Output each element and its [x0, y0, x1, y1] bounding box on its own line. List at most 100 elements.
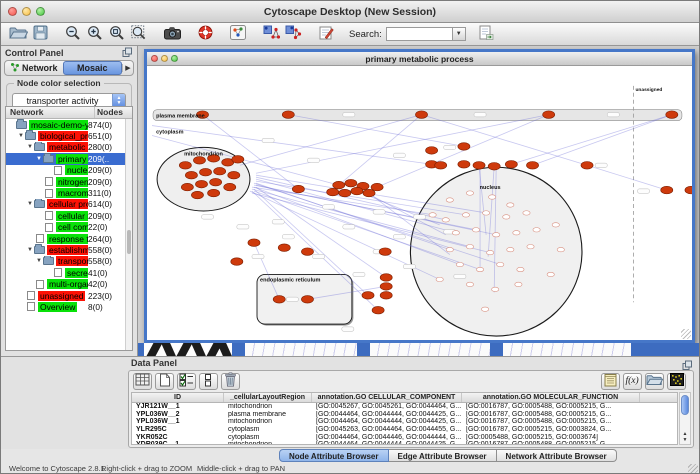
- select-attributes-button[interactable]: [177, 373, 196, 390]
- zoom-selected-button[interactable]: [128, 24, 150, 44]
- column-header-2[interactable]: annotation.GO CELLULAR_COMPONENT: [312, 393, 462, 402]
- background-network-preview[interactable]: [503, 343, 631, 356]
- minimize-view-button[interactable]: [161, 55, 168, 62]
- save-session-button[interactable]: [29, 24, 51, 44]
- attribute-grid-button[interactable]: [133, 373, 152, 390]
- expand-arrow-icon[interactable]: ▼: [17, 133, 25, 139]
- network-node[interactable]: [362, 292, 374, 300]
- tree-scrollbar-thumb[interactable]: [127, 230, 131, 254]
- network-node[interactable]: [185, 171, 197, 179]
- network-node[interactable]: [191, 191, 203, 199]
- table-row[interactable]: YDR039C__1mitochondrion[GO:0044464, GO:0…: [132, 441, 677, 445]
- tree-row[interactable]: multi-organism pro42(0): [6, 278, 125, 289]
- background-window-edge[interactable]: [232, 343, 245, 356]
- tab-network[interactable]: Network: [5, 61, 63, 75]
- network-node[interactable]: [379, 248, 391, 256]
- float-panel-icon[interactable]: [122, 47, 133, 60]
- close-view-button[interactable]: [151, 55, 158, 62]
- import-attributes-button[interactable]: [645, 373, 664, 390]
- tree-row[interactable]: unassigned223(0): [6, 290, 125, 301]
- network-node[interactable]: [415, 111, 427, 119]
- network-node[interactable]: [273, 296, 285, 304]
- network-node[interactable]: [666, 111, 678, 119]
- network-node[interactable]: [199, 168, 211, 176]
- network-node[interactable]: [517, 267, 524, 271]
- tab-overflow-button[interactable]: ▶: [122, 64, 133, 72]
- network-node[interactable]: [552, 223, 559, 227]
- table-scrollbar-thumb[interactable]: [681, 395, 689, 415]
- network-node[interactable]: [231, 258, 243, 266]
- tree-column-nodes[interactable]: Nodes: [94, 107, 132, 118]
- function-builder-button[interactable]: f(x): [623, 373, 642, 390]
- network-node[interactable]: [193, 157, 205, 165]
- network-node[interactable]: [513, 231, 520, 235]
- network-node[interactable]: [505, 161, 517, 169]
- network-node[interactable]: [533, 228, 540, 232]
- background-network-preview[interactable]: [245, 343, 357, 356]
- search-dropdown-button[interactable]: ▼: [452, 27, 466, 41]
- snapshot-button[interactable]: [161, 24, 183, 44]
- network-node[interactable]: [547, 272, 554, 276]
- tree-row[interactable]: cell communicat22(0): [6, 222, 125, 233]
- tree-row[interactable]: ▼biological_process651(0): [6, 130, 125, 141]
- table-row[interactable]: YKR052Ccytoplasm[GO:0044464, GO:0044446,…: [132, 434, 677, 442]
- minimize-window-button[interactable]: [22, 7, 31, 16]
- tree-column-network[interactable]: Network: [6, 107, 94, 118]
- network-node[interactable]: [523, 211, 530, 215]
- tree-row[interactable]: nitrogen compo209(0): [6, 176, 125, 187]
- layout-2-button[interactable]: [282, 24, 304, 44]
- network-node[interactable]: [380, 292, 392, 300]
- zoom-view-button[interactable]: [171, 55, 178, 62]
- network-node[interactable]: [482, 211, 489, 215]
- network-node[interactable]: [515, 282, 522, 286]
- expand-arrow-icon[interactable]: ▼: [26, 247, 34, 253]
- network-node[interactable]: [210, 178, 222, 186]
- network-node[interactable]: [301, 296, 313, 304]
- network-node[interactable]: [466, 244, 473, 248]
- tree-row[interactable]: Overview8(0): [6, 301, 125, 312]
- network-node[interactable]: [214, 167, 226, 175]
- network-node[interactable]: [458, 143, 470, 151]
- network-node[interactable]: [429, 213, 436, 217]
- layout-1-button[interactable]: [260, 24, 282, 44]
- network-node[interactable]: [380, 283, 392, 291]
- network-node[interactable]: [685, 186, 692, 194]
- expand-arrow-icon[interactable]: ▼: [35, 156, 43, 162]
- tree-row[interactable]: ▼metabolic process280(0): [6, 142, 125, 153]
- network-node[interactable]: [526, 162, 538, 170]
- network-node[interactable]: [476, 267, 483, 271]
- table-row[interactable]: YJR121W__1mitochondrion[GO:0045267, GO:0…: [132, 403, 677, 411]
- network-node[interactable]: [446, 198, 453, 202]
- network-node[interactable]: [195, 180, 207, 188]
- network-node[interactable]: [292, 185, 304, 193]
- network-node[interactable]: [473, 162, 485, 170]
- network-node[interactable]: [232, 156, 244, 164]
- network-node[interactable]: [426, 147, 438, 155]
- network-node[interactable]: [224, 183, 236, 191]
- network-node[interactable]: [435, 162, 447, 170]
- tree-row[interactable]: response to stimul264(0): [6, 233, 125, 244]
- network-node[interactable]: [557, 247, 564, 251]
- network-canvas[interactable]: plasma membranecytoplasmmitochondrionnuc…: [147, 66, 692, 340]
- network-node[interactable]: [458, 161, 470, 169]
- zoom-fit-button[interactable]: [106, 24, 128, 44]
- background-network-preview[interactable]: [370, 343, 490, 356]
- network-node[interactable]: [493, 233, 500, 237]
- delete-attribute-button[interactable]: [221, 373, 240, 390]
- network-node[interactable]: [339, 189, 351, 197]
- network-node[interactable]: [208, 189, 220, 197]
- network-node[interactable]: [372, 306, 384, 314]
- network-node[interactable]: [351, 187, 363, 195]
- network-node[interactable]: [487, 250, 494, 254]
- tab-edge-attribute-browser[interactable]: Edge Attribute Browser: [389, 449, 497, 462]
- network-node[interactable]: [661, 186, 673, 194]
- tree-row[interactable]: ▼cellular process614(0): [6, 199, 125, 210]
- tree-row[interactable]: cellular metabo209(0): [6, 210, 125, 221]
- expand-arrow-icon[interactable]: ▼: [26, 201, 34, 207]
- table-scrollbar-arrows[interactable]: ▲▼: [680, 431, 690, 443]
- network-node[interactable]: [301, 248, 313, 256]
- background-window-edge[interactable]: [490, 343, 503, 356]
- network-node[interactable]: [282, 111, 294, 119]
- tree-row[interactable]: macromolecule311(0): [6, 187, 125, 198]
- network-node[interactable]: [492, 287, 499, 291]
